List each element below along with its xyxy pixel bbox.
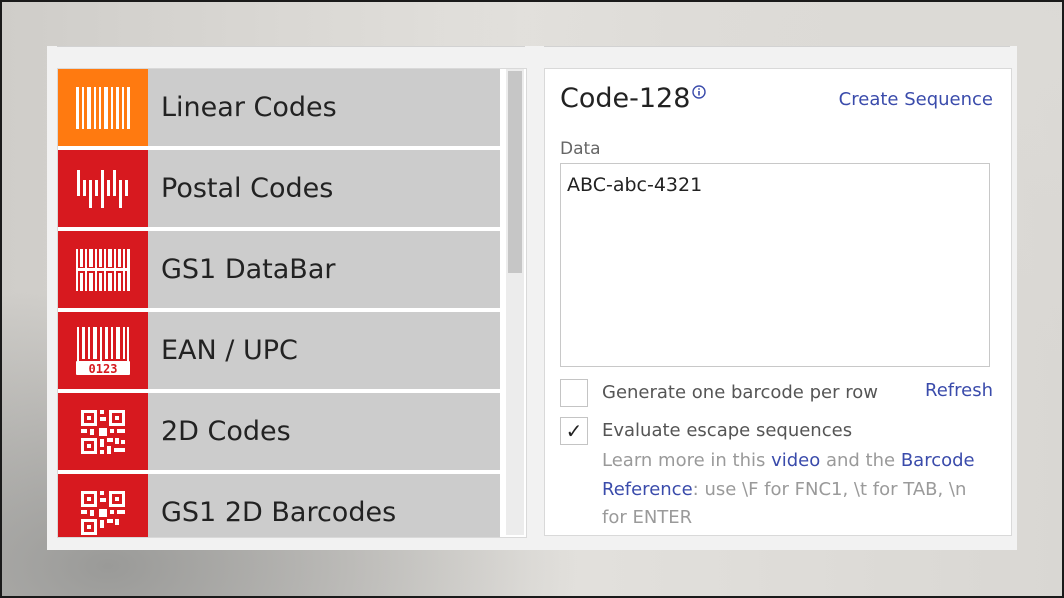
category-label: GS1 2D Barcodes — [161, 497, 397, 528]
barcode-generator-window: Linear Codes Postal Codes GS1 DataBar 01… — [47, 46, 1017, 550]
qr-code-icon — [58, 393, 148, 470]
category-2d-codes[interactable]: 2D Codes — [58, 393, 500, 470]
ean-digits: 0123 — [89, 362, 118, 376]
create-sequence-link[interactable]: Create Sequence — [839, 89, 993, 110]
category-panel: Linear Codes Postal Codes GS1 DataBar 01… — [57, 68, 527, 538]
refresh-link[interactable]: Refresh — [925, 380, 993, 401]
category-linear-codes[interactable]: Linear Codes — [58, 69, 500, 146]
category-label: Linear Codes — [161, 92, 337, 123]
category-scrollbar[interactable] — [506, 69, 524, 535]
settings-panel: Code-128 Create Sequence Data ABC-abc-43… — [544, 68, 1012, 536]
postal-barcode-icon — [58, 150, 148, 227]
category-gs1-2d-barcodes[interactable]: GS1 2D Barcodes — [58, 474, 500, 537]
category-label: EAN / UPC — [161, 335, 298, 366]
data-input[interactable]: ABC-abc-4321 — [560, 163, 990, 367]
one-per-row-checkbox[interactable] — [560, 379, 588, 407]
category-list: Linear Codes Postal Codes GS1 DataBar 01… — [58, 69, 500, 537]
scrollbar-thumb[interactable] — [508, 71, 522, 273]
category-gs1-databar[interactable]: GS1 DataBar — [58, 231, 500, 308]
video-link[interactable]: video — [771, 450, 820, 471]
category-postal-codes[interactable]: Postal Codes — [58, 150, 500, 227]
linear-barcode-icon — [58, 69, 148, 146]
ean-upc-icon: 0123 — [58, 312, 148, 389]
category-label: GS1 DataBar — [161, 254, 336, 285]
escape-sequences-checkbox[interactable]: ✓ — [560, 417, 588, 445]
databar-icon — [58, 231, 148, 308]
category-ean-upc[interactable]: 0123 EAN / UPC — [58, 312, 500, 389]
escape-sequences-label: Evaluate escape sequences — [602, 420, 853, 441]
top-divider-right — [544, 46, 1010, 50]
data-label: Data — [560, 139, 601, 159]
symbology-title: Code-128 — [560, 83, 691, 114]
gs1-qr-code-icon — [58, 474, 148, 537]
escape-help-text: Learn more in this video and the Barcode… — [602, 447, 992, 533]
category-label: 2D Codes — [161, 416, 291, 447]
help-text-part: and the — [820, 450, 901, 471]
info-icon[interactable] — [692, 85, 706, 99]
top-divider-left — [57, 46, 525, 50]
category-label: Postal Codes — [161, 173, 334, 204]
help-text-part: Learn more in this — [602, 450, 772, 471]
one-per-row-label: Generate one barcode per row — [602, 382, 878, 403]
